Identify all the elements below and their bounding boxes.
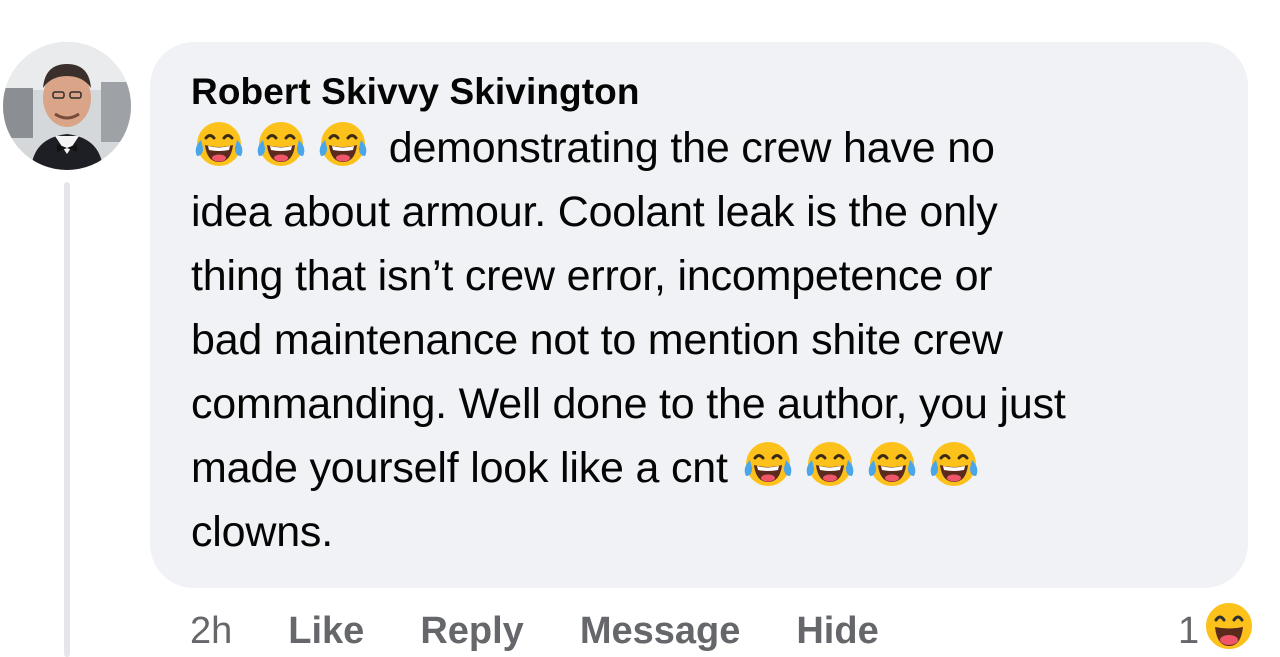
face-with-tears-of-joy-icon	[740, 438, 796, 490]
comment-actions: 2h Like Reply Message Hide	[190, 606, 935, 656]
comment-line-text: idea about armour. Coolant leak is the o…	[191, 188, 998, 236]
face-with-tears-of-joy-icon	[802, 438, 858, 490]
face-with-tears-of-joy-icon	[315, 118, 371, 170]
face-with-tears-of-joy-icon	[926, 438, 982, 490]
comment-text: demonstrating the crew have no idea about…	[191, 116, 1208, 564]
face-with-tears-of-joy-icon	[191, 118, 247, 170]
message-button[interactable]: Message	[580, 610, 741, 653]
reaction-summary[interactable]: 1	[1178, 601, 1255, 657]
comment-line: commanding. Well done to the author, you…	[191, 372, 1208, 436]
comment-line-text: demonstrating the crew have no	[377, 124, 995, 172]
comment-line-text: bad maintenance not to mention shite cre…	[191, 316, 1003, 364]
comment-bubble: Robert Skivvy Skivington demonstrating t…	[150, 42, 1248, 588]
comment-line: thing that isn’t crew error, incompetenc…	[191, 244, 1208, 308]
comment-line: clowns.	[191, 500, 1208, 564]
face-with-tears-of-joy-icon	[253, 118, 309, 170]
comment-line: idea about armour. Coolant leak is the o…	[191, 180, 1208, 244]
comment-line: made yourself look like a cnt	[191, 436, 1208, 500]
comment-line-text: made yourself look like a cnt	[191, 444, 740, 492]
comment: Robert Skivvy Skivington demonstrating t…	[0, 0, 1280, 657]
comment-line-text: thing that isn’t crew error, incompetenc…	[191, 252, 993, 300]
comment-line-text: commanding. Well done to the author, you…	[191, 380, 1066, 428]
comment-line: demonstrating the crew have no	[191, 116, 1208, 180]
comment-timestamp[interactable]: 2h	[190, 610, 232, 653]
face-with-tears-of-joy-icon	[864, 438, 920, 490]
avatar[interactable]	[3, 42, 131, 170]
comment-line: bad maintenance not to mention shite cre…	[191, 308, 1208, 372]
like-button[interactable]: Like	[288, 610, 364, 653]
hide-button[interactable]: Hide	[796, 610, 878, 653]
comment-author[interactable]: Robert Skivvy Skivington	[191, 70, 1208, 114]
comment-line-text: clowns.	[191, 508, 333, 556]
haha-reaction-icon	[1203, 600, 1255, 657]
reaction-count: 1	[1178, 609, 1200, 652]
reply-button[interactable]: Reply	[420, 610, 523, 653]
reply-thread-line	[64, 182, 70, 657]
